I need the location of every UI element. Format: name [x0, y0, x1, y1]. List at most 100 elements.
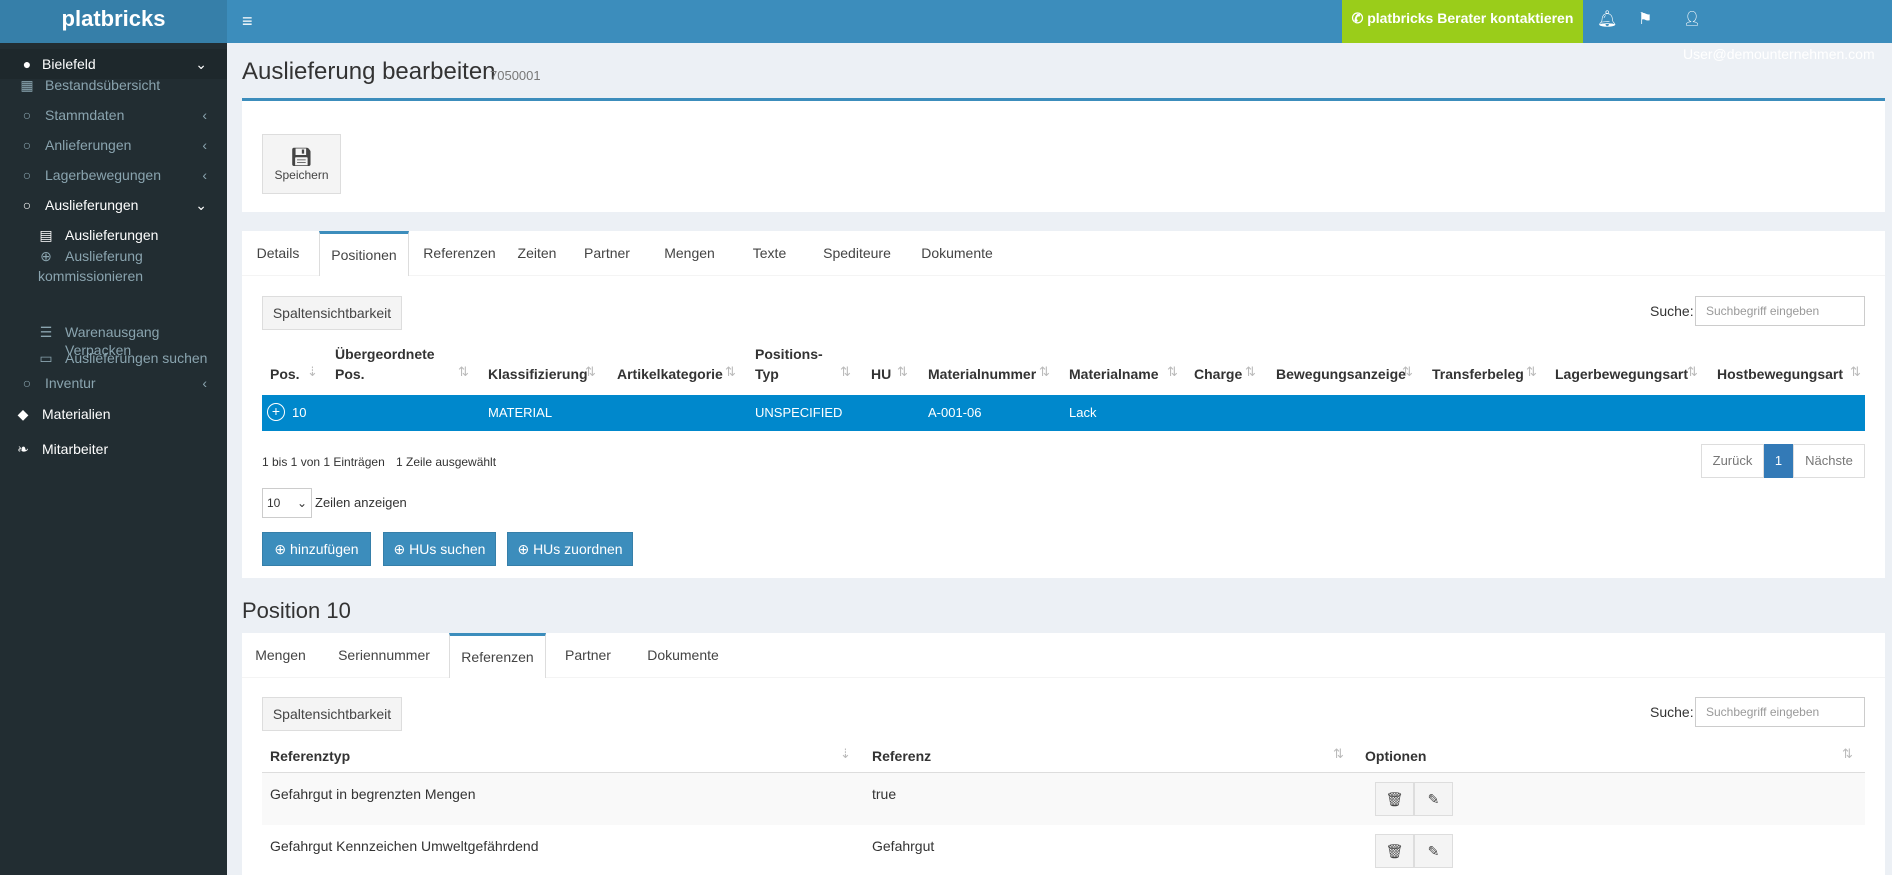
table-row[interactable]: Gefahrgut in begrenzten Mengen true 🗑︎ ✎	[262, 773, 1865, 825]
floppy-icon: 💾︎	[290, 147, 313, 167]
page-length-select[interactable]: 10 ⌄	[262, 488, 312, 518]
col-lagerbewegungsart[interactable]: Lagerbewegungsart	[1555, 364, 1688, 384]
col-parent-pos-2[interactable]: Pos.	[335, 364, 365, 384]
sort-icon[interactable]: ⇅	[897, 364, 908, 380]
chevron-down-icon: ⌄	[195, 56, 207, 72]
hamburger-icon[interactable]: ≡	[242, 11, 253, 32]
col-transferbeleg[interactable]: Transferbeleg	[1432, 364, 1524, 384]
archive-icon: ▭	[39, 350, 53, 366]
tab-pos-seriennummer[interactable]: Seriennummer	[319, 633, 449, 678]
tag-icon: ◆	[17, 406, 29, 422]
location-selector[interactable]: ● Bielefeld ⌄	[0, 49, 227, 79]
search-input[interactable]: Suchbegriff eingeben	[1695, 697, 1865, 727]
tab-referenzen[interactable]: Referenzen	[417, 231, 502, 276]
circle-icon: ○	[22, 197, 32, 213]
col-positionstyp-1[interactable]: Positions-	[755, 344, 823, 364]
pager-next[interactable]: Nächste	[1793, 444, 1865, 478]
pager-page-1[interactable]: 1	[1764, 444, 1793, 478]
trash-icon[interactable]: 🗑︎	[1375, 834, 1414, 868]
user-icon: 👤︎	[1683, 10, 1701, 26]
chevron-down-icon: ⌄	[195, 197, 207, 213]
chevron-down-icon: ⌄	[296, 496, 307, 510]
sort-icon[interactable]: ⇅	[725, 364, 736, 380]
positions-box: Details Positionen Referenzen Zeiten Par…	[242, 231, 1885, 578]
tab-pos-referenzen[interactable]: Referenzen	[449, 633, 546, 678]
tab-details[interactable]: Details	[242, 231, 314, 276]
grid-icon: ▦	[20, 77, 34, 93]
tab-pos-dokumente[interactable]: Dokumente	[628, 633, 738, 678]
bell-icon[interactable]: 🔔︎	[1597, 9, 1617, 29]
sort-icon[interactable]: ⇅	[1245, 364, 1256, 380]
sort-icon[interactable]: ⇅	[585, 364, 596, 380]
expand-row-icon[interactable]: +	[267, 403, 285, 421]
col-hostbewegungsart[interactable]: Hostbewegungsart	[1717, 364, 1843, 384]
pager-prev[interactable]: Zurück	[1701, 444, 1764, 478]
sort-icon[interactable]: ⇅	[1402, 364, 1413, 380]
tab-partner[interactable]: Partner	[567, 231, 647, 276]
tab-dokumente[interactable]: Dokumente	[907, 231, 1007, 276]
top-navbar: platbricks ≡ ✆ platbricks Berater kontak…	[0, 0, 1892, 62]
position-detail-box: Mengen Seriennummer Referenzen Partner D…	[242, 633, 1885, 875]
col-optionen[interactable]: Optionen	[1365, 746, 1426, 766]
col-positionstyp-2[interactable]: Typ	[755, 364, 779, 384]
column-visibility-button[interactable]: Spaltensichtbarkeit	[262, 697, 402, 731]
col-pos[interactable]: Pos.	[270, 364, 300, 384]
column-visibility-button[interactable]: Spaltensichtbarkeit	[262, 296, 402, 330]
save-button[interactable]: 💾︎ Speichern	[262, 134, 341, 194]
sort-icon[interactable]: ⇅	[1333, 746, 1344, 762]
flag-icon[interactable]: ⚑	[1638, 9, 1652, 29]
file-icon: ▤	[39, 227, 53, 243]
assign-hus-button[interactable]: ⊕ HUs zuordnen	[507, 532, 633, 566]
col-parent-pos-1[interactable]: Übergeordnete	[335, 344, 435, 364]
sort-icon[interactable]: ⇅	[458, 364, 469, 380]
col-referenz[interactable]: Referenz	[872, 746, 931, 766]
tab-mengen[interactable]: Mengen	[647, 231, 732, 276]
col-bewegungsanzeige[interactable]: Bewegungsanzeige	[1276, 364, 1406, 384]
brand-logo[interactable]: platbricks	[0, 0, 227, 43]
sort-icon[interactable]: ⇅	[1167, 364, 1178, 380]
sort-icon[interactable]: ⇅	[1039, 364, 1050, 380]
page-subtitle: 7050001	[490, 68, 541, 83]
leaf-icon: ❧	[17, 441, 29, 457]
tab-pos-mengen[interactable]: Mengen	[242, 633, 319, 678]
tab-zeiten[interactable]: Zeiten	[507, 231, 567, 276]
tab-positionen[interactable]: Positionen	[319, 231, 409, 276]
table-row[interactable]: + 10 MATERIAL UNSPECIFIED A-001-06 Lack	[262, 395, 1865, 431]
main-tabs: Details Positionen Referenzen Zeiten Par…	[242, 231, 1885, 276]
search-input[interactable]: Suchbegriff eingeben	[1695, 296, 1865, 326]
sort-icon[interactable]: ⇅	[840, 364, 851, 380]
trash-icon[interactable]: 🗑︎	[1375, 782, 1414, 816]
sort-icon[interactable]: ⇅	[1687, 364, 1698, 380]
sort-asc-icon[interactable]: ⇣	[307, 364, 318, 380]
edit-icon[interactable]: ✎	[1414, 782, 1453, 816]
position-title: Position 10	[242, 598, 351, 623]
table-row[interactable]: Gefahrgut Kennzeichen Umweltgefährdend G…	[262, 825, 1865, 875]
contact-consultant-button[interactable]: ✆ platbricks Berater kontaktieren	[1342, 0, 1583, 43]
table-info: 1 bis 1 von 1 Einträgen	[262, 455, 385, 469]
user-menu[interactable]: 👤︎ User@demounternehmen.com	[1683, 0, 1892, 62]
sort-icon[interactable]: ⇅	[1526, 364, 1537, 380]
tab-texte[interactable]: Texte	[732, 231, 807, 276]
col-klassifizierung[interactable]: Klassifizierung	[488, 364, 588, 384]
sort-icon[interactable]: ⇅	[1842, 746, 1853, 762]
col-referenztyp[interactable]: Referenztyp	[270, 746, 350, 766]
edit-icon[interactable]: ✎	[1414, 834, 1453, 868]
add-button[interactable]: ⊕ hinzufügen	[262, 532, 371, 566]
search-hus-button[interactable]: ⊕ HUs suchen	[383, 532, 496, 566]
col-materialname[interactable]: Materialname	[1069, 364, 1158, 384]
col-materialnummer[interactable]: Materialnummer	[928, 364, 1036, 384]
sort-icon[interactable]: ⇅	[1850, 364, 1861, 380]
sidebar-subitem-kommissionieren[interactable]: ⊕ Auslieferung kommissionieren	[0, 246, 227, 286]
col-charge[interactable]: Charge	[1194, 364, 1242, 384]
col-hu[interactable]: HU	[871, 364, 891, 384]
circle-icon: ○	[22, 137, 32, 153]
plus-circle-icon: ⊕	[517, 541, 530, 557]
toolbar-box: 💾︎ Speichern	[242, 98, 1885, 212]
tab-spediteure[interactable]: Spediteure	[807, 231, 907, 276]
sort-asc-icon[interactable]: ⇣	[840, 746, 851, 762]
col-artikelkategorie[interactable]: Artikelkategorie	[617, 364, 723, 384]
circle-icon: ○	[22, 167, 32, 183]
tab-pos-partner[interactable]: Partner	[548, 633, 628, 678]
list-icon: ☰	[39, 324, 53, 340]
page-length-label: Zeilen anzeigen	[315, 495, 407, 510]
